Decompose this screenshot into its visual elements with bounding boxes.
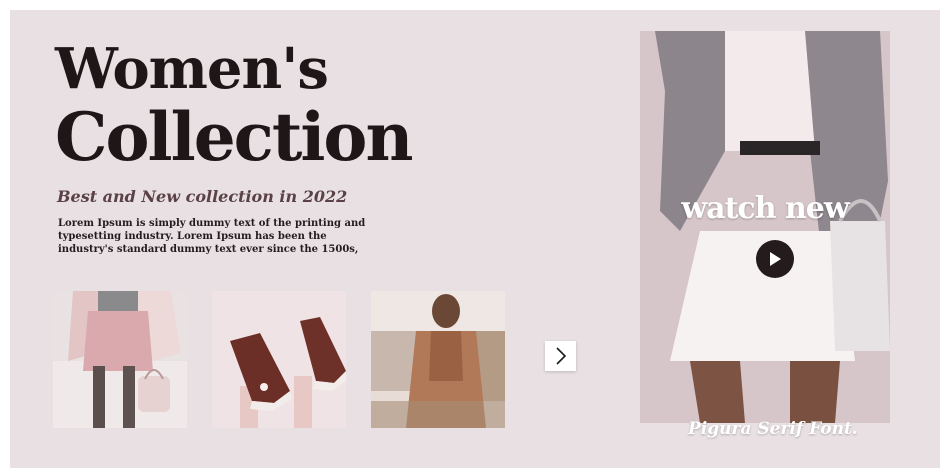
thumbnail-woman-pink-coat[interactable] bbox=[53, 291, 187, 428]
subtitle: Best and New collection in 2022 bbox=[57, 187, 348, 206]
brown-sneakers-photo bbox=[212, 291, 346, 428]
chevron-right-icon bbox=[555, 347, 566, 365]
play-icon bbox=[770, 252, 781, 266]
next-button[interactable] bbox=[545, 341, 576, 371]
play-button[interactable] bbox=[756, 240, 794, 278]
title-line-2: Collection bbox=[55, 98, 413, 176]
fashion-model-photo bbox=[640, 31, 890, 423]
thumbnail-camel-outfit[interactable] bbox=[371, 291, 505, 428]
video-panel[interactable]: watch new bbox=[640, 31, 890, 423]
title-line-1: Women's bbox=[55, 36, 329, 102]
thumbnail-brown-sneakers[interactable] bbox=[212, 291, 346, 428]
font-caption: Pigura Serif Font. bbox=[688, 419, 858, 439]
video-heading: watch new bbox=[681, 191, 849, 226]
woman-pink-coat-photo bbox=[53, 291, 187, 428]
page-title: Women's Collection bbox=[55, 36, 413, 176]
description-text: Lorem Ipsum is simply dummy text of the … bbox=[58, 218, 366, 255]
camel-outfit-photo bbox=[371, 291, 505, 428]
